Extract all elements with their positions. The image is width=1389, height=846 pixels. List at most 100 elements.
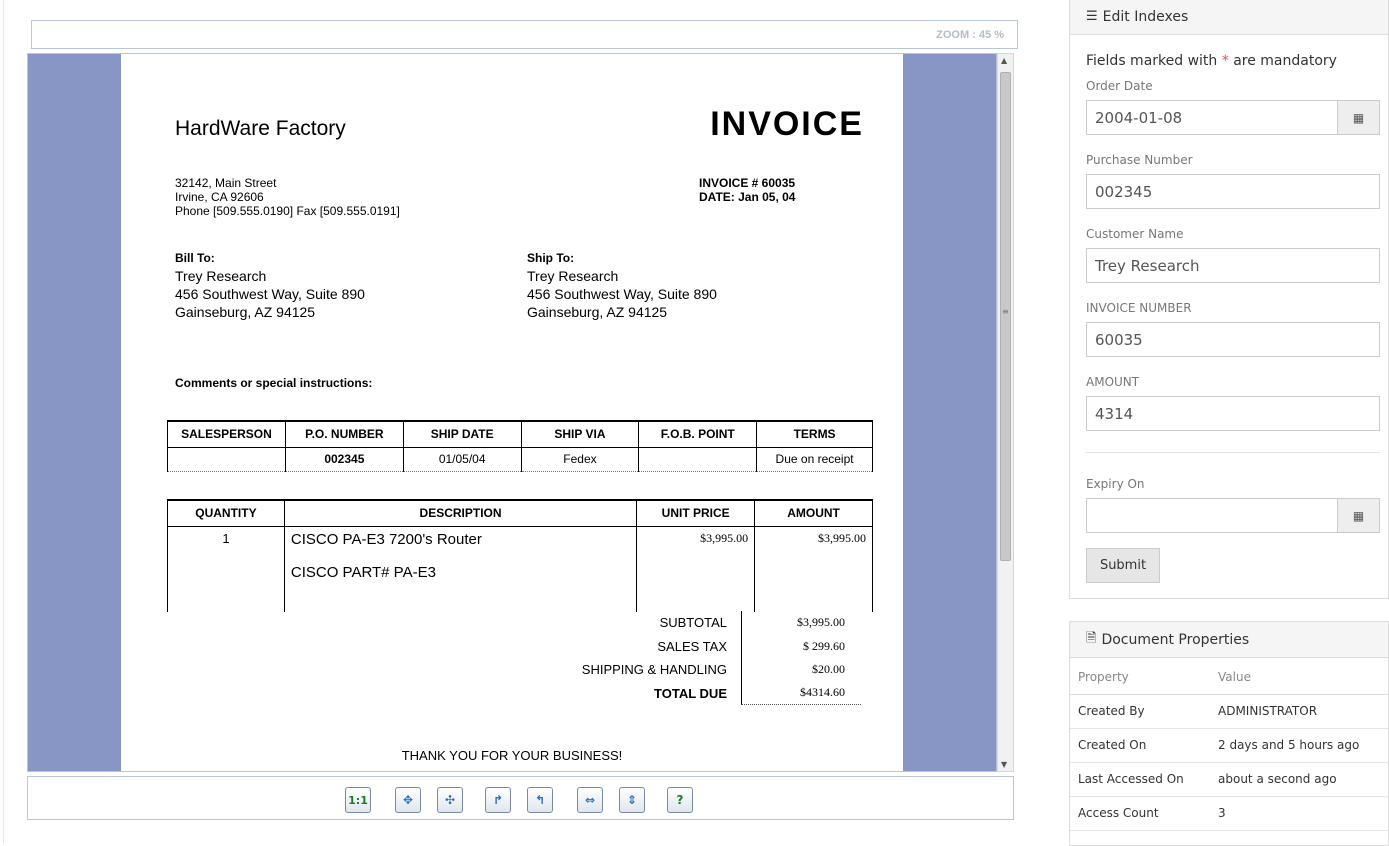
document-viewport[interactable]: HardWare Factory INVOICE 32142, Main Str…: [27, 53, 997, 772]
invoice-number-field[interactable]: [1086, 322, 1380, 357]
total-label: TOTAL DUE: [654, 685, 727, 701]
zoom-bar: ZOOM : 45 %: [31, 20, 1018, 49]
table-cell: 01/05/04: [402, 447, 522, 472]
invoice-date-text: DATE: Jan 05, 04: [699, 190, 796, 204]
ship-to-line: Gainseburg, AZ 94125: [527, 304, 668, 320]
fit-horizontal-button[interactable]: ⇔: [577, 787, 603, 813]
amount-label: AMOUNT: [1086, 375, 1140, 389]
mandatory-note: Fields marked with * are mandatory: [1086, 53, 1337, 69]
purchase-number-label: Purchase Number: [1086, 153, 1193, 167]
invoice-number-text: INVOICE # 60035: [699, 176, 796, 190]
actual-size-button[interactable]: 1:1: [345, 787, 371, 813]
table-row: Created By ADMINISTRATOR: [1070, 694, 1389, 729]
scroll-thumb[interactable]: ≡: [1000, 72, 1011, 561]
help-button[interactable]: ?: [667, 787, 693, 813]
table-header: QUANTITY: [167, 499, 285, 527]
order-date-field[interactable]: [1086, 100, 1338, 135]
fit-width-button[interactable]: ✣: [437, 787, 463, 813]
zoom-label: ZOOM : 45 %: [936, 29, 1004, 41]
shipping-row: SHIPPING & HANDLING $20.00: [551, 658, 871, 682]
ship-to-line: Trey Research: [527, 268, 619, 284]
table-cell: [638, 447, 758, 472]
bill-to: Bill To: Trey Research 456 Southwest Way…: [175, 249, 365, 321]
list-icon: ☰: [1086, 9, 1098, 24]
rotate-right-icon: ↱: [492, 793, 504, 807]
fit-vertical-icon: ⇕: [626, 793, 638, 807]
panel-header: ☰ Edit Indexes: [1070, 0, 1388, 35]
invoice-comments: Comments or special instructions:: [175, 376, 373, 390]
total-row: TOTAL DUE $4314.60: [551, 681, 871, 705]
tax-row: SALES TAX $ 299.60: [551, 634, 871, 658]
fit-page-icon: ✥: [402, 793, 414, 807]
fit-page-button[interactable]: ✥: [395, 787, 421, 813]
edit-indexes-panel: ☰ Edit Indexes Fields marked with * are …: [1069, 0, 1389, 599]
subtotal-row: SUBTOTAL $3,995.00: [551, 611, 871, 635]
expiry-field[interactable]: [1086, 498, 1338, 533]
help-icon: ?: [676, 793, 684, 807]
table-header: SHIP DATE: [402, 420, 522, 448]
subtotal-label: SUBTOTAL: [659, 615, 727, 631]
invoice-address: 32142, Main Street Irvine, CA 92606 Phon…: [175, 176, 400, 218]
item-desc-line: CISCO PART# PA-E3: [290, 563, 436, 581]
panel-title: Document Properties: [1101, 631, 1250, 648]
document-icon: 🗎: [1086, 630, 1097, 646]
amount-field[interactable]: [1086, 396, 1380, 431]
table-header: SALESPERSON: [167, 420, 286, 448]
fit-vertical-button[interactable]: ⇕: [619, 787, 645, 813]
total-value: $4314.60: [741, 681, 861, 705]
shipping-table: SALESPERSON P.O. NUMBER SHIP DATE SHIP V…: [167, 420, 873, 472]
rotate-left-icon: ↰: [534, 793, 546, 807]
rotate-right-button[interactable]: ↱: [485, 787, 511, 813]
ship-to: Ship To: Trey Research 456 Southwest Way…: [527, 249, 717, 321]
address-line: 32142, Main Street: [175, 176, 277, 190]
invoice-meta: INVOICE # 60035 DATE: Jan 05, 04: [699, 176, 795, 204]
bill-to-title: Bill To:: [175, 251, 215, 265]
calendar-icon[interactable]: ▦: [1337, 498, 1380, 533]
property-name: Last Accessed On: [1070, 762, 1210, 797]
table-header: DESCRIPTION: [283, 499, 638, 527]
table-row: 1 CISCO PA-E3 7200's Router CISCO PART# …: [167, 526, 873, 612]
order-date-label: Order Date: [1086, 79, 1153, 93]
items-table: QUANTITY DESCRIPTION UNIT PRICE AMOUNT 1…: [167, 499, 873, 612]
property-name: Created By: [1070, 694, 1210, 729]
item-description: CISCO PA-E3 7200's Router CISCO PART# PA…: [283, 526, 638, 612]
properties-table: Property Value Created By ADMINISTRATOR …: [1070, 660, 1389, 831]
property-value: 3: [1210, 796, 1389, 831]
customer-name-label: Customer Name: [1086, 227, 1184, 241]
mandatory-star: *: [1221, 53, 1229, 69]
scroll-up-icon[interactable]: ▲: [1001, 56, 1007, 65]
panel-title: Edit Indexes: [1102, 8, 1189, 25]
customer-name-field[interactable]: [1086, 248, 1380, 283]
table-header: Value: [1210, 660, 1389, 695]
table-header: UNIT PRICE: [636, 499, 756, 527]
property-value: 2 days and 5 hours ago: [1210, 728, 1389, 763]
tax-value: $ 299.60: [741, 634, 861, 658]
fit-horizontal-icon: ⇔: [584, 793, 596, 807]
table-row: Last Accessed On about a second ago: [1070, 762, 1389, 797]
property-name: Access Count: [1070, 796, 1210, 831]
bill-to-line: 456 Southwest Way, Suite 890: [175, 286, 365, 302]
invoice-totals: SUBTOTAL $3,995.00 SALES TAX $ 299.60 SH…: [551, 611, 871, 705]
table-header: Property: [1070, 660, 1210, 695]
phone-line: Phone [509.555.0190] Fax [509.555.0191]: [175, 204, 400, 218]
sidebar: ☰ Edit Indexes Fields marked with * are …: [1069, 0, 1389, 846]
shipping-value: $20.00: [741, 658, 861, 682]
invoice-page: HardWare Factory INVOICE 32142, Main Str…: [121, 54, 903, 771]
table-cell: 002345: [284, 447, 404, 472]
item-quantity: 1: [167, 526, 285, 612]
property-value: ADMINISTRATOR: [1210, 694, 1389, 729]
rotate-left-button[interactable]: ↰: [527, 787, 553, 813]
calendar-icon[interactable]: ▦: [1337, 100, 1380, 135]
mandatory-text: are mandatory: [1228, 53, 1337, 69]
tax-label: SALES TAX: [657, 638, 727, 654]
item-desc-line: CISCO PA-E3 7200's Router: [290, 530, 482, 548]
bill-to-line: Gainseburg, AZ 94125: [175, 304, 316, 320]
submit-button[interactable]: Submit: [1086, 548, 1160, 583]
mandatory-text: Fields marked with: [1086, 53, 1222, 69]
purchase-number-field[interactable]: [1086, 174, 1380, 209]
vertical-scrollbar[interactable]: ▲ ≡ ▼: [997, 53, 1014, 772]
scroll-down-icon[interactable]: ▼: [1001, 760, 1007, 769]
invoice-number-label: INVOICE NUMBER: [1086, 301, 1192, 315]
address-line: Irvine, CA 92606: [175, 190, 264, 204]
table-row: Created On 2 days and 5 hours ago: [1070, 728, 1389, 763]
